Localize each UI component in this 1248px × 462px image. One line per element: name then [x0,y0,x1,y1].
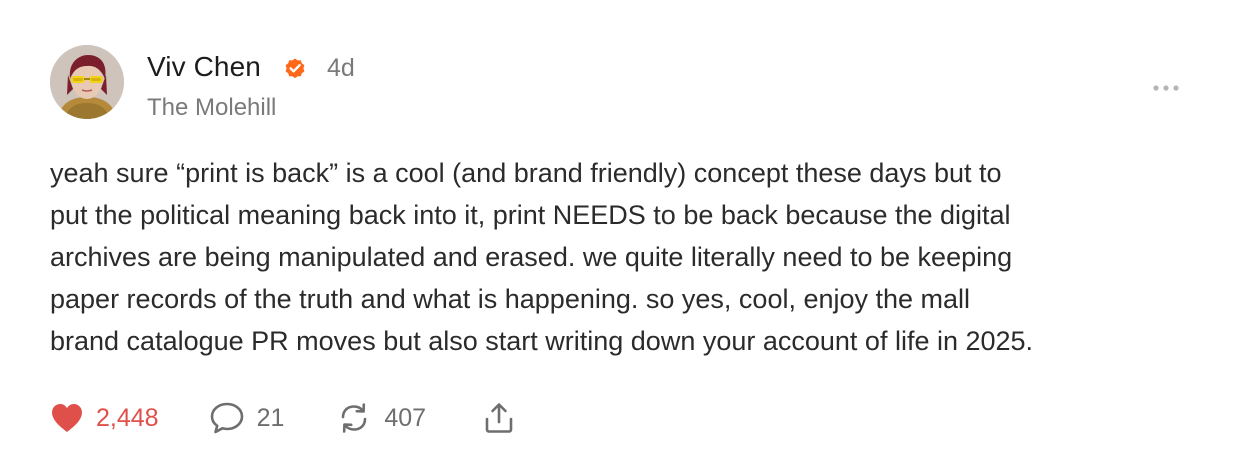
author-name[interactable]: Viv Chen [147,50,261,84]
post-timestamp[interactable]: 4d [327,53,355,83]
restack-icon [342,403,367,433]
like-count: 2,448 [96,404,159,432]
heart-icon [52,404,82,432]
restack-button[interactable]: 407 [336,401,426,435]
like-button[interactable]: 2,448 [50,402,159,434]
post-actions-bar: 2,448 21 407 [50,399,516,437]
publication-name[interactable]: The Molehill [147,93,276,123]
post-card: Viv Chen 4d The Molehill yeah sure “prin… [0,0,1248,462]
verified-badge-icon [285,58,305,79]
restack-count: 407 [384,404,427,432]
more-dots-icon[interactable] [1150,76,1182,100]
share-button[interactable] [482,401,516,435]
avatar-image [50,45,124,119]
share-icon [485,403,513,433]
comment-bubble-icon [210,402,243,434]
comment-count: 21 [256,404,285,432]
post-body-text: yeah sure “print is back” is a cool (and… [50,158,1034,356]
avatar[interactable] [50,45,124,119]
comment-button[interactable]: 21 [209,401,285,435]
